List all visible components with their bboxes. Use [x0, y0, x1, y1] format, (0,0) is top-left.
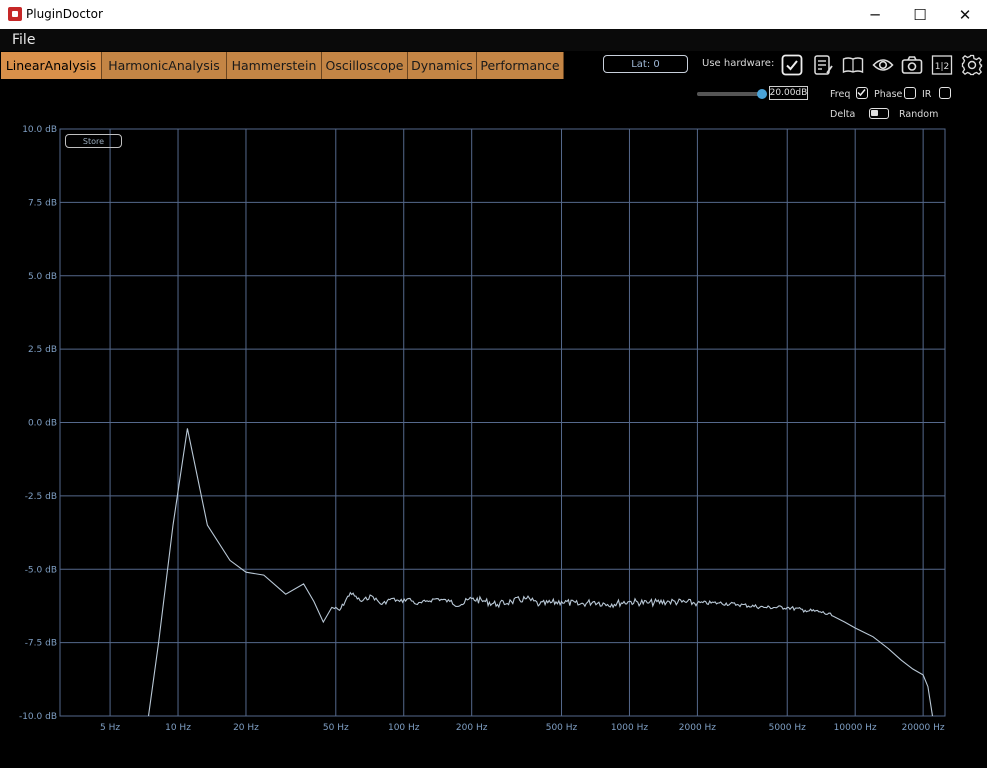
x-tick-label: 200 Hz — [456, 723, 488, 733]
y-tick-label: 10.0 dB — [22, 125, 57, 135]
frequency-response-graph: 10.0 dB 7.5 dB 5.0 dB 2.5 dB 0.0 dB -2.5 dB -5… — [19, 125, 946, 733]
x-tick-label: 50 Hz — [323, 723, 349, 733]
x-tick-label: 10 Hz — [165, 723, 191, 733]
x-tick-label: 5 Hz — [100, 723, 120, 733]
x-tick-label: 20000 Hz — [902, 723, 945, 733]
y-tick-label: 2.5 dB — [28, 345, 57, 355]
y-tick-label: -10.0 dB — [19, 712, 57, 722]
y-tick-label: -5.0 dB — [25, 565, 57, 575]
y-tick-label: 0.0 dB — [28, 419, 57, 429]
x-tick-label: 100 Hz — [388, 723, 420, 733]
store-button[interactable]: Store — [65, 134, 122, 148]
frequency-response-trace — [147, 428, 934, 717]
y-tick-label: 5.0 dB — [28, 272, 57, 282]
y-tick-label: -7.5 dB — [25, 639, 57, 649]
x-tick-label: 500 Hz — [546, 723, 578, 733]
y-tick-label: 7.5 dB — [28, 198, 57, 208]
y-tick-label: -2.5 dB — [25, 492, 57, 502]
x-tick-label: 1000 Hz — [611, 723, 649, 733]
x-tick-label: 5000 Hz — [769, 723, 807, 733]
x-tick-label: 20 Hz — [233, 723, 259, 733]
x-tick-label: 2000 Hz — [679, 723, 717, 733]
x-tick-label: 10000 Hz — [834, 723, 877, 733]
